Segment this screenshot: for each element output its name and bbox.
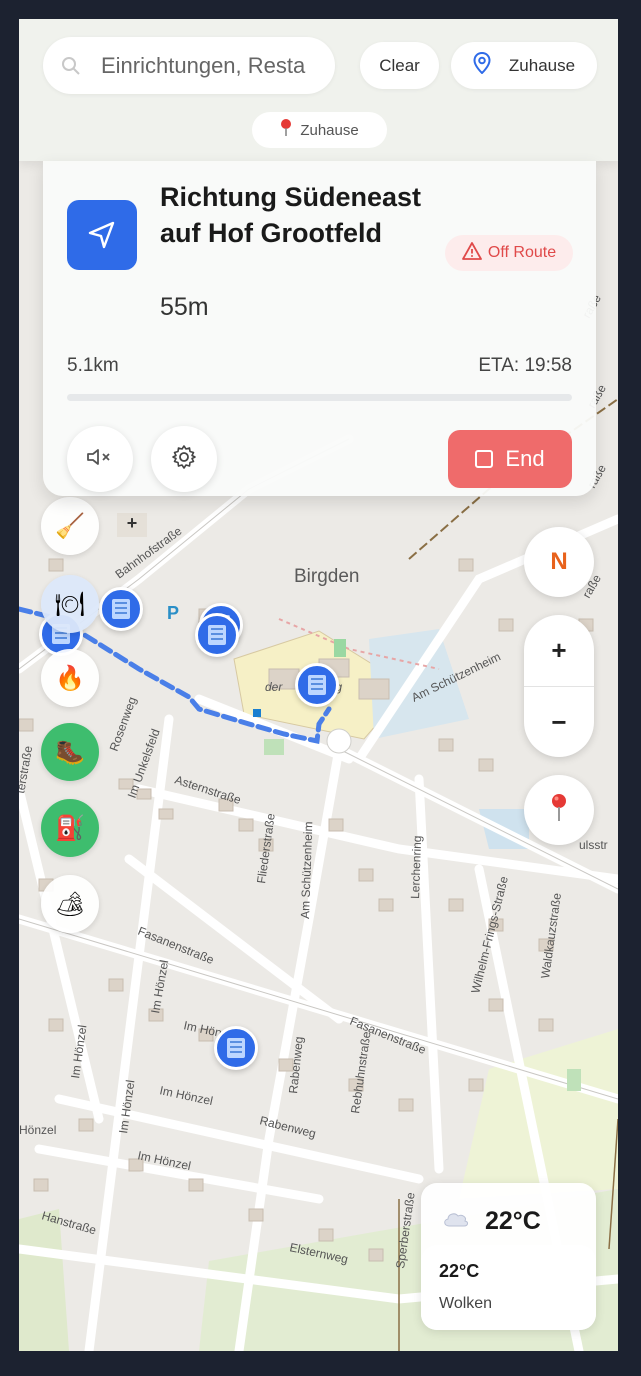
fuel-pump-icon: ⛽ bbox=[55, 814, 85, 842]
end-navigation-button[interactable]: End bbox=[448, 430, 572, 488]
navigation-card: Richtung Südeneast auf Hof Grootfeld 55m… bbox=[43, 161, 596, 496]
mute-button[interactable] bbox=[67, 426, 133, 492]
poi-building-marker[interactable] bbox=[295, 663, 339, 707]
my-location-button[interactable] bbox=[524, 775, 594, 845]
app-frame: + P Bahnhofstraße Rosenweg Im Unkelsfeld… bbox=[19, 19, 618, 1351]
speaker-mute-icon bbox=[85, 446, 115, 473]
route-progress-bar bbox=[67, 394, 572, 401]
off-route-label: Off Route bbox=[487, 244, 557, 261]
camping-icon: 🏕 bbox=[54, 890, 86, 918]
svg-text:P: P bbox=[167, 603, 179, 623]
place-label-birgden: Birgden bbox=[294, 566, 360, 587]
top-search-bar: Clear Zuhause Zuhause bbox=[19, 19, 618, 161]
step-distance: 55m bbox=[160, 293, 209, 321]
compass-button[interactable]: N bbox=[524, 527, 594, 597]
location-pin-icon bbox=[473, 51, 491, 79]
zoom-out-button[interactable]: − bbox=[524, 686, 594, 757]
gear-icon bbox=[171, 444, 197, 475]
eta-time: ETA: 19:58 bbox=[478, 355, 572, 376]
category-hiking-button[interactable]: 🥾 bbox=[41, 723, 99, 781]
broom-icon: 🧹 bbox=[55, 512, 85, 540]
category-fuel-button[interactable]: ⛽ bbox=[41, 799, 99, 857]
svg-text:ulsstr: ulsstr bbox=[579, 838, 608, 852]
svg-text:Lerchenring: Lerchenring bbox=[408, 835, 424, 899]
home-destination-label: Zuhause bbox=[508, 55, 576, 75]
stop-square-icon bbox=[475, 450, 494, 468]
category-cleaning-button[interactable]: 🧹 bbox=[41, 497, 99, 555]
svg-text:Hönzel: Hönzel bbox=[19, 1123, 56, 1137]
fork-knife-icon: 🍽 bbox=[54, 590, 86, 618]
turn-instruction: Richtung Südeneast auf Hof Grootfeld bbox=[160, 182, 422, 248]
red-pin-icon bbox=[280, 119, 292, 141]
svg-text:+: + bbox=[127, 513, 138, 533]
search-icon bbox=[61, 56, 81, 76]
poi-building-marker[interactable] bbox=[195, 613, 239, 657]
fire-icon: 🔥 bbox=[55, 664, 85, 692]
poi-building-marker[interactable] bbox=[214, 1026, 258, 1070]
clear-button[interactable]: Clear bbox=[360, 42, 439, 89]
settings-button[interactable] bbox=[151, 426, 217, 492]
weather-description: Wolken bbox=[439, 1295, 493, 1312]
map-pin-icon bbox=[549, 793, 569, 828]
search-box[interactable] bbox=[43, 37, 335, 94]
direction-arrow-icon bbox=[67, 200, 137, 270]
category-fire-button[interactable]: 🔥 bbox=[41, 649, 99, 707]
zoom-controls: + − bbox=[524, 615, 594, 757]
end-label: End bbox=[505, 446, 545, 471]
weather-temperature: 22°C bbox=[485, 1207, 541, 1235]
weather-detail-temperature: 22°C bbox=[439, 1261, 480, 1281]
off-route-badge: Off Route bbox=[445, 235, 573, 271]
total-distance: 5.1km bbox=[67, 355, 119, 376]
svg-text:der: der bbox=[265, 680, 283, 694]
boot-icon: 🥾 bbox=[55, 738, 85, 766]
home-chip[interactable]: Zuhause bbox=[252, 112, 387, 148]
home-destination-button[interactable]: Zuhause bbox=[451, 42, 597, 89]
zoom-in-button[interactable]: + bbox=[524, 615, 594, 686]
weather-widget[interactable]: 22°C 22°C Wolken bbox=[421, 1183, 596, 1330]
category-restaurant-button[interactable]: 🍽 bbox=[41, 575, 99, 633]
warning-icon bbox=[462, 241, 482, 265]
weather-detail: 22°C Wolken bbox=[421, 1245, 596, 1330]
weather-main: 22°C bbox=[441, 1207, 541, 1236]
category-camping-button[interactable]: 🏕 bbox=[41, 875, 99, 933]
poi-building-marker[interactable] bbox=[99, 587, 143, 631]
search-input[interactable] bbox=[101, 52, 311, 79]
home-chip-label: Zuhause bbox=[300, 121, 359, 139]
cloud-icon bbox=[441, 1209, 471, 1234]
